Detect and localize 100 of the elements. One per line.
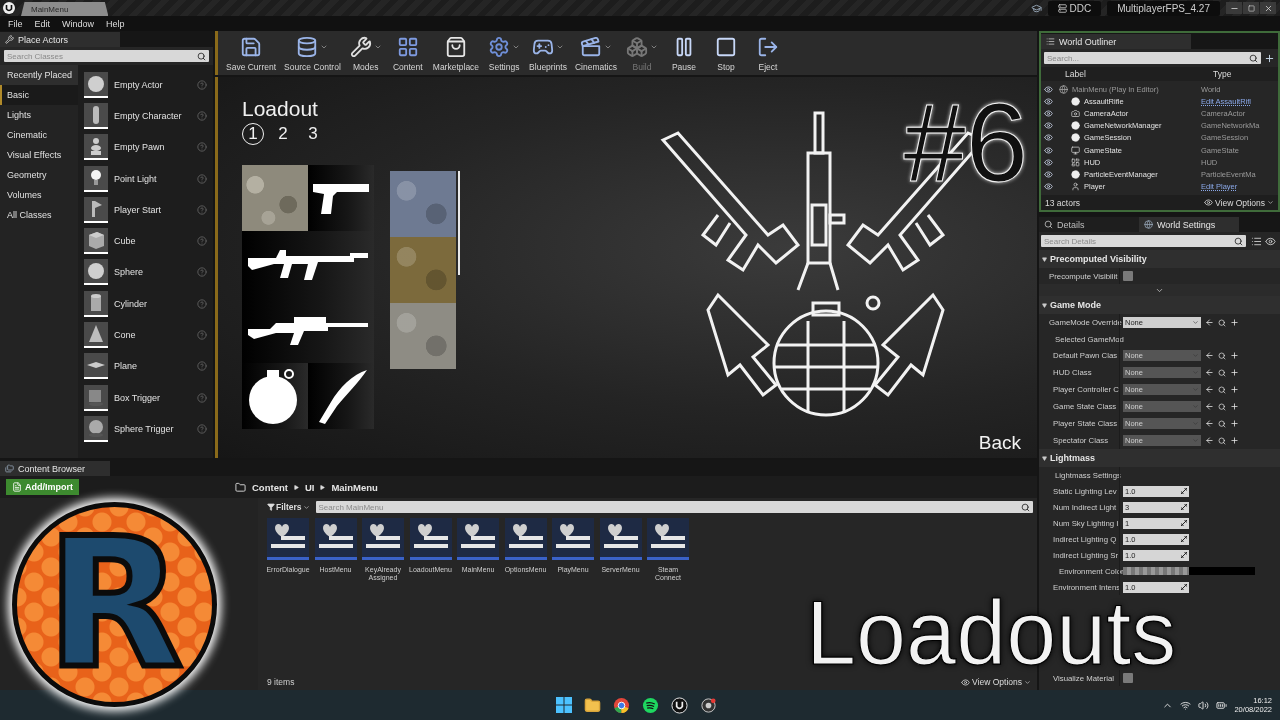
- resize-icon[interactable]: [1181, 504, 1187, 510]
- column-header[interactable]: Type: [1213, 69, 1232, 79]
- scrollbar-thumb[interactable]: [458, 171, 460, 275]
- cone-thumbnail-icon[interactable]: [84, 322, 108, 348]
- actor-class-label[interactable]: Cube: [114, 236, 191, 247]
- visibility-eye-icon[interactable]: [1044, 121, 1053, 131]
- color-value[interactable]: [1189, 567, 1255, 575]
- filters-button[interactable]: Filters: [265, 502, 312, 512]
- plane-thumbnail-icon[interactable]: [84, 353, 108, 380]
- search-icon[interactable]: [1218, 318, 1226, 327]
- resize-icon[interactable]: [1181, 488, 1187, 494]
- sphere-thumbnail-icon[interactable]: [84, 259, 108, 286]
- actor-class-label[interactable]: Cylinder: [114, 298, 191, 309]
- toolbar-button[interactable]: Content: [386, 31, 429, 75]
- menu-item[interactable]: Edit: [28, 18, 57, 29]
- cylinder-thumbnail-icon[interactable]: [84, 290, 108, 317]
- panel-tab[interactable]: World Outliner: [1041, 34, 1191, 49]
- widget-asset-thumbnail[interactable]: [267, 518, 309, 560]
- wifi-icon[interactable]: [1180, 699, 1192, 711]
- visibility-eye-icon[interactable]: [1044, 133, 1053, 143]
- breadcrumb-item[interactable]: MainMenu: [329, 481, 380, 493]
- actor-class-label[interactable]: Sphere: [114, 267, 191, 278]
- music-app-icon[interactable]: [642, 696, 659, 714]
- menu-item[interactable]: Help: [100, 18, 131, 29]
- camo-swatch[interactable]: [390, 237, 456, 303]
- widget-asset-thumbnail[interactable]: [457, 518, 499, 560]
- actor-class-label[interactable]: Empty Pawn: [114, 142, 191, 153]
- visibility-eye-icon[interactable]: [1265, 235, 1276, 247]
- section-header[interactable]: Game Mode: [1039, 296, 1280, 314]
- volume-icon[interactable]: [1198, 699, 1210, 711]
- section-header[interactable]: Precomputed Visibility: [1039, 250, 1280, 268]
- menu-item[interactable]: Window: [56, 18, 101, 29]
- category-tab[interactable]: Cinematic: [0, 125, 78, 145]
- add-icon[interactable]: [1230, 318, 1239, 327]
- panel-tab[interactable]: Content Browser: [0, 461, 110, 476]
- actor-class-label[interactable]: Cone: [114, 330, 191, 340]
- actor-class-label[interactable]: Box Trigger: [114, 392, 191, 403]
- visibility-eye-icon[interactable]: [1044, 108, 1053, 118]
- resize-icon[interactable]: [1181, 584, 1187, 590]
- checkbox[interactable]: [1123, 271, 1133, 281]
- toolbar-button[interactable]: Stop: [704, 31, 747, 75]
- toolbar-button[interactable]: Settings: [483, 31, 526, 75]
- view-options-button[interactable]: View Options: [961, 677, 1031, 687]
- menu-item[interactable]: File: [2, 18, 29, 29]
- add-icon[interactable]: [1264, 52, 1275, 64]
- widget-asset-thumbnail[interactable]: [599, 518, 642, 560]
- breadcrumb-item[interactable]: Content: [250, 481, 290, 493]
- panel-tab[interactable]: Place Actors: [0, 32, 120, 47]
- cube-thumbnail-icon[interactable]: [84, 228, 108, 255]
- toolbar-button[interactable]: Marketplace: [428, 31, 484, 75]
- weapon-slot[interactable]: [242, 363, 308, 429]
- category-tab[interactable]: Volumes: [0, 185, 78, 205]
- camo-swatch[interactable]: [390, 171, 456, 237]
- sphere-thumbnail-icon[interactable]: [84, 71, 108, 98]
- loadout-tab[interactable]: 3: [302, 123, 324, 145]
- spheretrigger-thumbnail-icon[interactable]: [84, 415, 108, 442]
- toolbar-button[interactable]: Save Current: [222, 31, 281, 75]
- toolbar-button[interactable]: Source Control: [280, 31, 345, 75]
- record-app-icon[interactable]: [700, 696, 717, 714]
- start-button[interactable]: [556, 697, 572, 713]
- panel-tab[interactable]: World Settings: [1139, 217, 1239, 232]
- visibility-eye-icon[interactable]: [1044, 157, 1053, 167]
- widget-asset-thumbnail[interactable]: [362, 518, 404, 560]
- pawn-thumbnail-icon[interactable]: [84, 134, 108, 161]
- folder-icon[interactable]: [584, 696, 601, 714]
- widget-asset-thumbnail[interactable]: [552, 518, 594, 560]
- battery-icon[interactable]: [1216, 699, 1228, 711]
- actor-class-label[interactable]: Plane: [114, 361, 191, 372]
- category-tab[interactable]: Visual Effects: [0, 145, 78, 165]
- visibility-eye-icon[interactable]: [1044, 145, 1053, 155]
- add-import-button[interactable]: Add/Import: [6, 479, 79, 495]
- document-tab[interactable]: MainMenu: [21, 2, 109, 16]
- category-tab[interactable]: All Classes: [0, 205, 78, 225]
- category-tab[interactable]: Lights: [0, 105, 78, 125]
- toolbar-button[interactable]: Modes: [344, 31, 387, 75]
- widget-asset-thumbnail[interactable]: [504, 518, 547, 560]
- search-icon[interactable]: [1249, 53, 1258, 63]
- panel-tab[interactable]: Details: [1039, 217, 1139, 232]
- actor-class-label[interactable]: Player Start: [114, 204, 191, 215]
- column-header[interactable]: Label: [1065, 69, 1213, 79]
- loadout-tab[interactable]: 2: [272, 123, 294, 145]
- toolbar-button[interactable]: Pause: [662, 31, 705, 75]
- widget-asset-thumbnail[interactable]: [314, 518, 357, 560]
- advanced-toggle[interactable]: [1039, 284, 1280, 296]
- camo-swatch[interactable]: [390, 303, 456, 369]
- toolbar-button[interactable]: Eject: [746, 31, 789, 75]
- visibility-eye-icon[interactable]: [1044, 182, 1053, 192]
- browser-icon[interactable]: [613, 696, 630, 714]
- visibility-eye-icon[interactable]: [1044, 169, 1053, 179]
- ddc-button[interactable]: DDC: [1047, 0, 1102, 16]
- actor-class-label[interactable]: Empty Actor: [114, 79, 191, 90]
- maximize-button[interactable]: [1243, 2, 1259, 14]
- light-thumbnail-icon[interactable]: [84, 165, 108, 192]
- arrow-left-icon[interactable]: [1205, 318, 1214, 327]
- toolbar-button[interactable]: Cinematics: [570, 31, 621, 75]
- engine-app-icon[interactable]: [671, 696, 688, 714]
- toolbar-button[interactable]: Blueprints: [525, 31, 571, 75]
- search-icon[interactable]: [197, 51, 206, 61]
- search-icon[interactable]: [1234, 236, 1243, 246]
- actor-class-label[interactable]: Empty Character: [114, 110, 191, 121]
